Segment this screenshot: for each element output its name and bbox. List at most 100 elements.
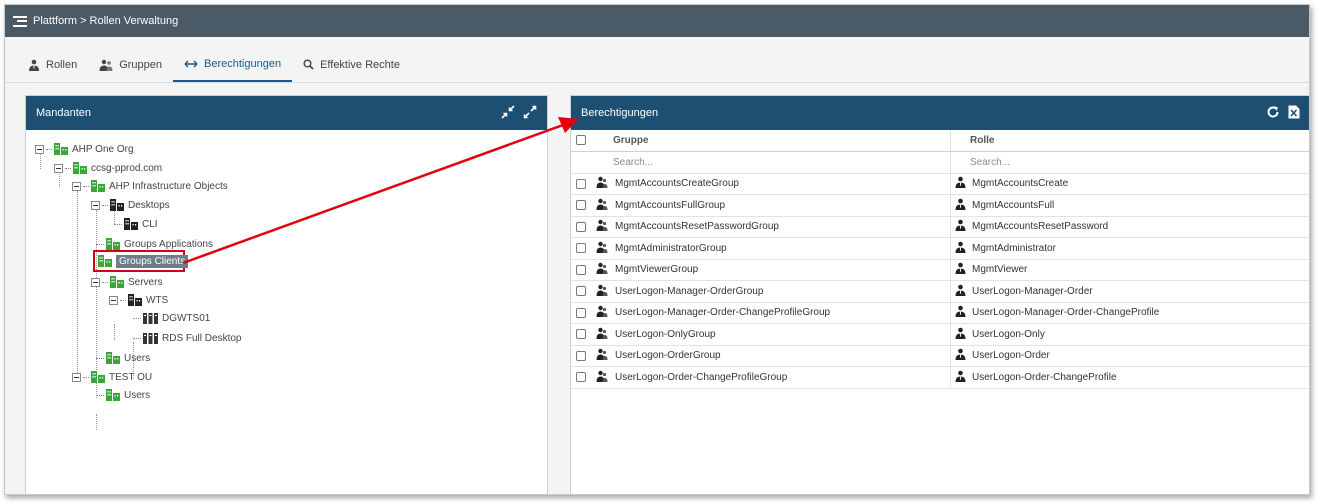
group-cell: UserLogon-OrderGroup: [613, 345, 951, 367]
menu-icon[interactable]: [13, 15, 27, 27]
tree-node-cli[interactable]: CLI: [114, 217, 158, 231]
collapse-toggle[interactable]: [72, 181, 81, 191]
building-icon: [106, 238, 120, 250]
tree-node-users[interactable]: Users: [96, 351, 150, 365]
tree-node-rds-full-desktop[interactable]: RDS Full Desktop: [133, 331, 241, 345]
user-group-icon: [596, 284, 608, 299]
role-cell: MgmtViewer: [970, 259, 1309, 281]
role-search-input[interactable]: [970, 156, 1276, 168]
user-tie-icon: [955, 219, 966, 234]
table-row[interactable]: UserLogon-Manager-OrderGroup UserLogon-Ma…: [571, 280, 1309, 303]
row-checkbox[interactable]: [576, 307, 586, 318]
excel-export-icon[interactable]: [1288, 105, 1300, 122]
expand-icon[interactable]: [523, 105, 537, 122]
table-row[interactable]: MgmtAdministratorGroup MgmtAdministrator: [571, 237, 1309, 260]
tree-node-label: WTS: [146, 294, 169, 306]
breadcrumb: Plattform > Rollen Verwaltung: [33, 15, 179, 27]
tab-label: Berechtigungen: [204, 57, 282, 70]
table-header-row: Gruppe Rolle: [571, 130, 1309, 152]
table-row[interactable]: UserLogon-OnlyGroup UserLogon-Only: [571, 323, 1309, 346]
collapse-toggle[interactable]: [109, 295, 118, 305]
user-tie-icon: [955, 327, 966, 342]
search-icon: [303, 59, 314, 70]
group-search-input[interactable]: [613, 156, 916, 168]
building-icon: [73, 162, 87, 174]
server-icon: [143, 332, 158, 344]
row-checkbox[interactable]: [576, 286, 586, 297]
collapse-toggle[interactable]: [54, 163, 63, 173]
tree-node-label: ccsg-pprod.com: [91, 162, 163, 174]
tab-berechtigungen[interactable]: Berechtigungen: [173, 47, 293, 82]
server-icon: [143, 312, 158, 324]
building-dark-icon: [110, 199, 124, 211]
column-header-rolle[interactable]: Rolle: [970, 130, 1309, 152]
collapse-toggle[interactable]: [72, 372, 81, 382]
user-group-icon: [596, 306, 608, 320]
role-cell: MgmtAccountsFull: [970, 194, 1309, 217]
user-group-icon: [596, 241, 608, 256]
table-row[interactable]: UserLogon-Manager-Order-ChangeProfileGro…: [571, 302, 1309, 324]
building-icon: [54, 143, 68, 155]
row-checkbox[interactable]: [576, 200, 586, 211]
row-checkbox[interactable]: [576, 221, 586, 232]
user-tie-icon: [955, 176, 966, 191]
table-row[interactable]: UserLogon-Order-ChangeProfileGroup UserLo…: [571, 366, 1309, 389]
group-cell: MgmtAccountsCreateGroup: [613, 173, 951, 195]
tree-node-test-ou[interactable]: TEST OU: [72, 370, 152, 384]
user-tie-icon: [955, 241, 966, 256]
row-checkbox[interactable]: [576, 178, 586, 189]
group-cell: UserLogon-OnlyGroup: [613, 323, 951, 346]
table-row[interactable]: MgmtViewerGroup MgmtViewer: [571, 259, 1309, 281]
role-cell: UserLogon-Manager-Order-ChangeProfile: [970, 302, 1309, 324]
panel-header: Berechtigungen: [571, 96, 1309, 130]
tree-node-groups-applications[interactable]: Groups Applications: [96, 237, 213, 251]
row-checkbox[interactable]: [576, 243, 586, 254]
collapse-toggle[interactable]: [91, 277, 100, 287]
tree-node-groups-clients[interactable]: Groups Clients: [98, 254, 189, 268]
tree-node-label: Servers: [128, 276, 163, 288]
row-checkbox[interactable]: [576, 329, 586, 340]
user-group-icon: [99, 59, 113, 71]
tree-node-wts[interactable]: WTS: [109, 293, 168, 307]
group-cell: MgmtViewerGroup: [613, 259, 951, 281]
column-header-gruppe[interactable]: Gruppe: [613, 130, 951, 152]
collapse-icon[interactable]: [501, 105, 515, 122]
tree-node-servers[interactable]: Servers: [91, 275, 162, 289]
user-group-icon: [596, 198, 608, 213]
tab-bar: Rollen Gruppen Berechtigungen Effektive …: [5, 47, 1309, 83]
row-checkbox[interactable]: [576, 264, 586, 275]
permissions-table: Gruppe Rolle MgmtAccountsCreateGroupMgmt…: [571, 130, 1309, 389]
select-all-checkbox[interactable]: [576, 135, 586, 146]
filter-row: [571, 151, 1309, 174]
table-row[interactable]: MgmtAccountsFullGroup MgmtAccountsFull: [571, 194, 1309, 217]
tree-node-label: Desktops: [128, 199, 170, 211]
refresh-icon[interactable]: [1266, 105, 1280, 122]
table-row[interactable]: MgmtAccountsResetPasswordGroup MgmtAccoun…: [571, 216, 1309, 238]
table-row[interactable]: MgmtAccountsCreateGroup MgmtAccountsCreat…: [571, 173, 1309, 195]
user-group-icon: [596, 370, 608, 385]
user-tie-icon: [955, 305, 966, 320]
building-icon: [110, 276, 124, 288]
role-cell: MgmtAccountsResetPassword: [970, 216, 1309, 238]
building-dark-icon: [128, 294, 142, 306]
tab-effektive-rechte[interactable]: Effektive Rechte: [292, 47, 411, 82]
tree-node-label: CLI: [142, 218, 158, 230]
tab-rollen[interactable]: Rollen: [17, 47, 88, 82]
collapse-toggle[interactable]: [35, 144, 44, 154]
tree-node-ahp-infrastructure-objects[interactable]: AHP Infrastructure Objects: [72, 179, 228, 193]
tree-node-desktops[interactable]: Desktops: [91, 198, 170, 212]
row-checkbox[interactable]: [576, 372, 586, 383]
tree-node-ahp-one-org[interactable]: AHP One Org: [35, 142, 134, 156]
user-group-icon: [596, 327, 608, 342]
tree-node-dgwts01[interactable]: DGWTS01: [133, 311, 210, 325]
tab-label: Gruppen: [119, 58, 162, 71]
collapse-toggle[interactable]: [91, 200, 100, 210]
tree-node-test-ou-users[interactable]: Users: [96, 388, 150, 402]
table-row[interactable]: UserLogon-OrderGroup UserLogon-Order: [571, 345, 1309, 367]
row-checkbox[interactable]: [576, 350, 586, 361]
user-tie-icon: [955, 198, 966, 213]
tree-node-label: Users: [124, 352, 151, 364]
tab-gruppen[interactable]: Gruppen: [88, 47, 173, 82]
panel-title: Mandanten: [36, 107, 92, 119]
tree-node-ccsg-pprod[interactable]: ccsg-pprod.com: [54, 161, 162, 175]
